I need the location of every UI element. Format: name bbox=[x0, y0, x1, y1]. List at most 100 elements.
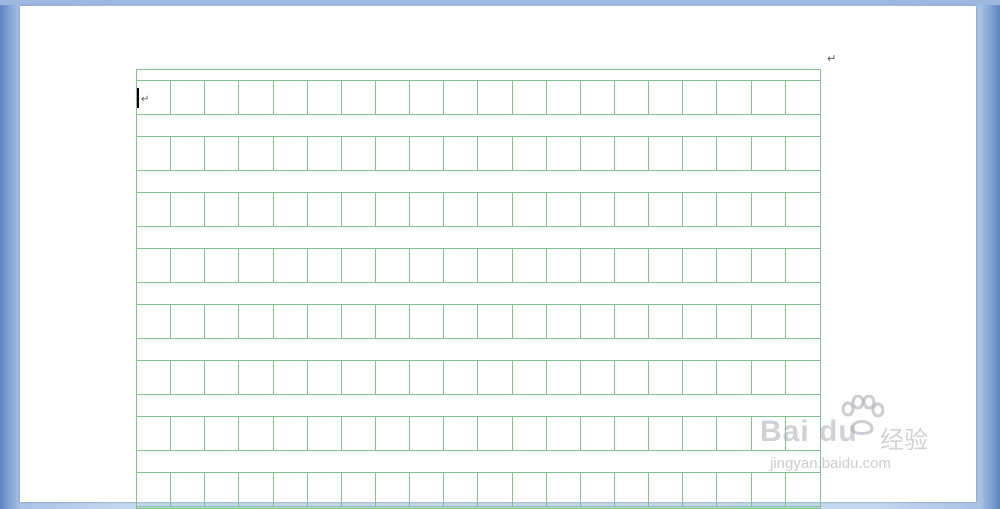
grid-cell[interactable] bbox=[649, 137, 684, 170]
grid-cell[interactable] bbox=[171, 417, 206, 450]
grid-cell[interactable] bbox=[683, 137, 718, 170]
grid-cell[interactable] bbox=[205, 81, 240, 114]
grid-cell[interactable] bbox=[239, 473, 274, 506]
grid-cell[interactable] bbox=[274, 81, 308, 114]
grid-cell[interactable] bbox=[137, 249, 172, 282]
grid-cell[interactable] bbox=[342, 417, 376, 450]
grid-cell[interactable] bbox=[376, 193, 411, 226]
grid-cell[interactable] bbox=[205, 417, 240, 450]
grid-cell[interactable] bbox=[444, 193, 479, 226]
grid-cell[interactable] bbox=[581, 361, 615, 394]
grid-cell[interactable] bbox=[649, 361, 684, 394]
grid-cell[interactable] bbox=[342, 473, 376, 506]
grid-cell[interactable] bbox=[717, 361, 752, 394]
grid-cell[interactable] bbox=[786, 81, 820, 114]
grid-cell[interactable] bbox=[683, 361, 718, 394]
grid-cell[interactable] bbox=[444, 137, 479, 170]
grid-cell[interactable] bbox=[683, 81, 718, 114]
grid-cell[interactable] bbox=[342, 249, 376, 282]
grid-cell[interactable] bbox=[137, 417, 172, 450]
grid-cell[interactable] bbox=[376, 473, 411, 506]
grid-cell[interactable] bbox=[581, 137, 615, 170]
grid-cell[interactable] bbox=[376, 81, 411, 114]
grid-cell[interactable] bbox=[683, 249, 718, 282]
grid-cell[interactable] bbox=[615, 249, 650, 282]
grid-cell[interactable] bbox=[717, 137, 752, 170]
grid-cell[interactable] bbox=[752, 305, 786, 338]
grid-cell[interactable] bbox=[410, 249, 445, 282]
grid-cell[interactable] bbox=[478, 249, 513, 282]
grid-cell[interactable] bbox=[547, 137, 581, 170]
grid-cell[interactable] bbox=[478, 81, 513, 114]
grid-cell[interactable] bbox=[649, 473, 684, 506]
grid-cell[interactable] bbox=[137, 137, 172, 170]
grid-cell[interactable] bbox=[171, 473, 206, 506]
grid-cell[interactable] bbox=[171, 361, 206, 394]
grid-cell[interactable] bbox=[342, 361, 376, 394]
grid-cell[interactable] bbox=[342, 81, 376, 114]
grid-cell[interactable] bbox=[137, 305, 172, 338]
grid-cell[interactable] bbox=[513, 305, 547, 338]
grid-cell[interactable] bbox=[683, 473, 718, 506]
grid-cell[interactable] bbox=[649, 249, 684, 282]
grid-cell[interactable] bbox=[239, 193, 274, 226]
grid-cell[interactable] bbox=[308, 361, 342, 394]
grid-cell[interactable] bbox=[239, 361, 274, 394]
grid-cell[interactable] bbox=[308, 193, 342, 226]
grid-cell[interactable] bbox=[205, 193, 240, 226]
grid-cell[interactable] bbox=[342, 305, 376, 338]
grid-cell[interactable] bbox=[137, 473, 172, 506]
grid-cell[interactable] bbox=[649, 81, 684, 114]
grid-cell[interactable] bbox=[717, 81, 752, 114]
grid-cell[interactable] bbox=[478, 305, 513, 338]
grid-cell[interactable] bbox=[274, 249, 308, 282]
grid-cell[interactable] bbox=[308, 305, 342, 338]
grid-cell[interactable] bbox=[786, 193, 820, 226]
grid-cell[interactable] bbox=[239, 249, 274, 282]
grid-cell[interactable] bbox=[444, 81, 479, 114]
grid-cell[interactable] bbox=[274, 305, 308, 338]
grid-cell[interactable] bbox=[376, 305, 411, 338]
grid-cell[interactable] bbox=[752, 81, 786, 114]
grid-cell[interactable] bbox=[717, 193, 752, 226]
grid-cell[interactable] bbox=[376, 137, 411, 170]
grid-cell[interactable] bbox=[205, 249, 240, 282]
grid-cell[interactable] bbox=[547, 81, 581, 114]
grid-cell[interactable] bbox=[786, 137, 820, 170]
grid-cell[interactable] bbox=[410, 473, 445, 506]
grid-cell[interactable] bbox=[547, 473, 581, 506]
grid-cell[interactable] bbox=[513, 417, 547, 450]
grid-cell[interactable] bbox=[615, 305, 650, 338]
grid-cell[interactable] bbox=[444, 305, 479, 338]
grid-cell[interactable] bbox=[478, 137, 513, 170]
grid-cell[interactable] bbox=[615, 137, 650, 170]
grid-cell[interactable] bbox=[410, 361, 445, 394]
grid-cell[interactable] bbox=[444, 361, 479, 394]
grid-cell[interactable] bbox=[752, 249, 786, 282]
grid-cell[interactable] bbox=[444, 417, 479, 450]
grid-cell[interactable] bbox=[683, 417, 718, 450]
grid-cell[interactable] bbox=[547, 361, 581, 394]
grid-cell[interactable] bbox=[239, 417, 274, 450]
grid-cell[interactable] bbox=[239, 81, 274, 114]
grid-cell[interactable] bbox=[342, 193, 376, 226]
grid-cell[interactable] bbox=[137, 361, 172, 394]
grid-cell[interactable] bbox=[513, 81, 547, 114]
grid-cell[interactable] bbox=[615, 473, 650, 506]
grid-cell[interactable] bbox=[683, 193, 718, 226]
grid-cell[interactable] bbox=[274, 473, 308, 506]
grid-cell[interactable] bbox=[581, 249, 615, 282]
grid-cell[interactable] bbox=[786, 249, 820, 282]
grid-cell[interactable] bbox=[581, 473, 615, 506]
grid-cell[interactable] bbox=[752, 473, 786, 506]
grid-cell[interactable] bbox=[547, 193, 581, 226]
grid-cell[interactable] bbox=[171, 137, 206, 170]
grid-cell[interactable] bbox=[410, 417, 445, 450]
grid-cell[interactable] bbox=[478, 361, 513, 394]
grid-cell[interactable] bbox=[205, 305, 240, 338]
grid-cell[interactable] bbox=[615, 81, 650, 114]
grid-cell[interactable] bbox=[274, 193, 308, 226]
grid-cell[interactable] bbox=[649, 417, 684, 450]
grid-cell[interactable] bbox=[649, 193, 684, 226]
grid-cell[interactable] bbox=[137, 193, 172, 226]
